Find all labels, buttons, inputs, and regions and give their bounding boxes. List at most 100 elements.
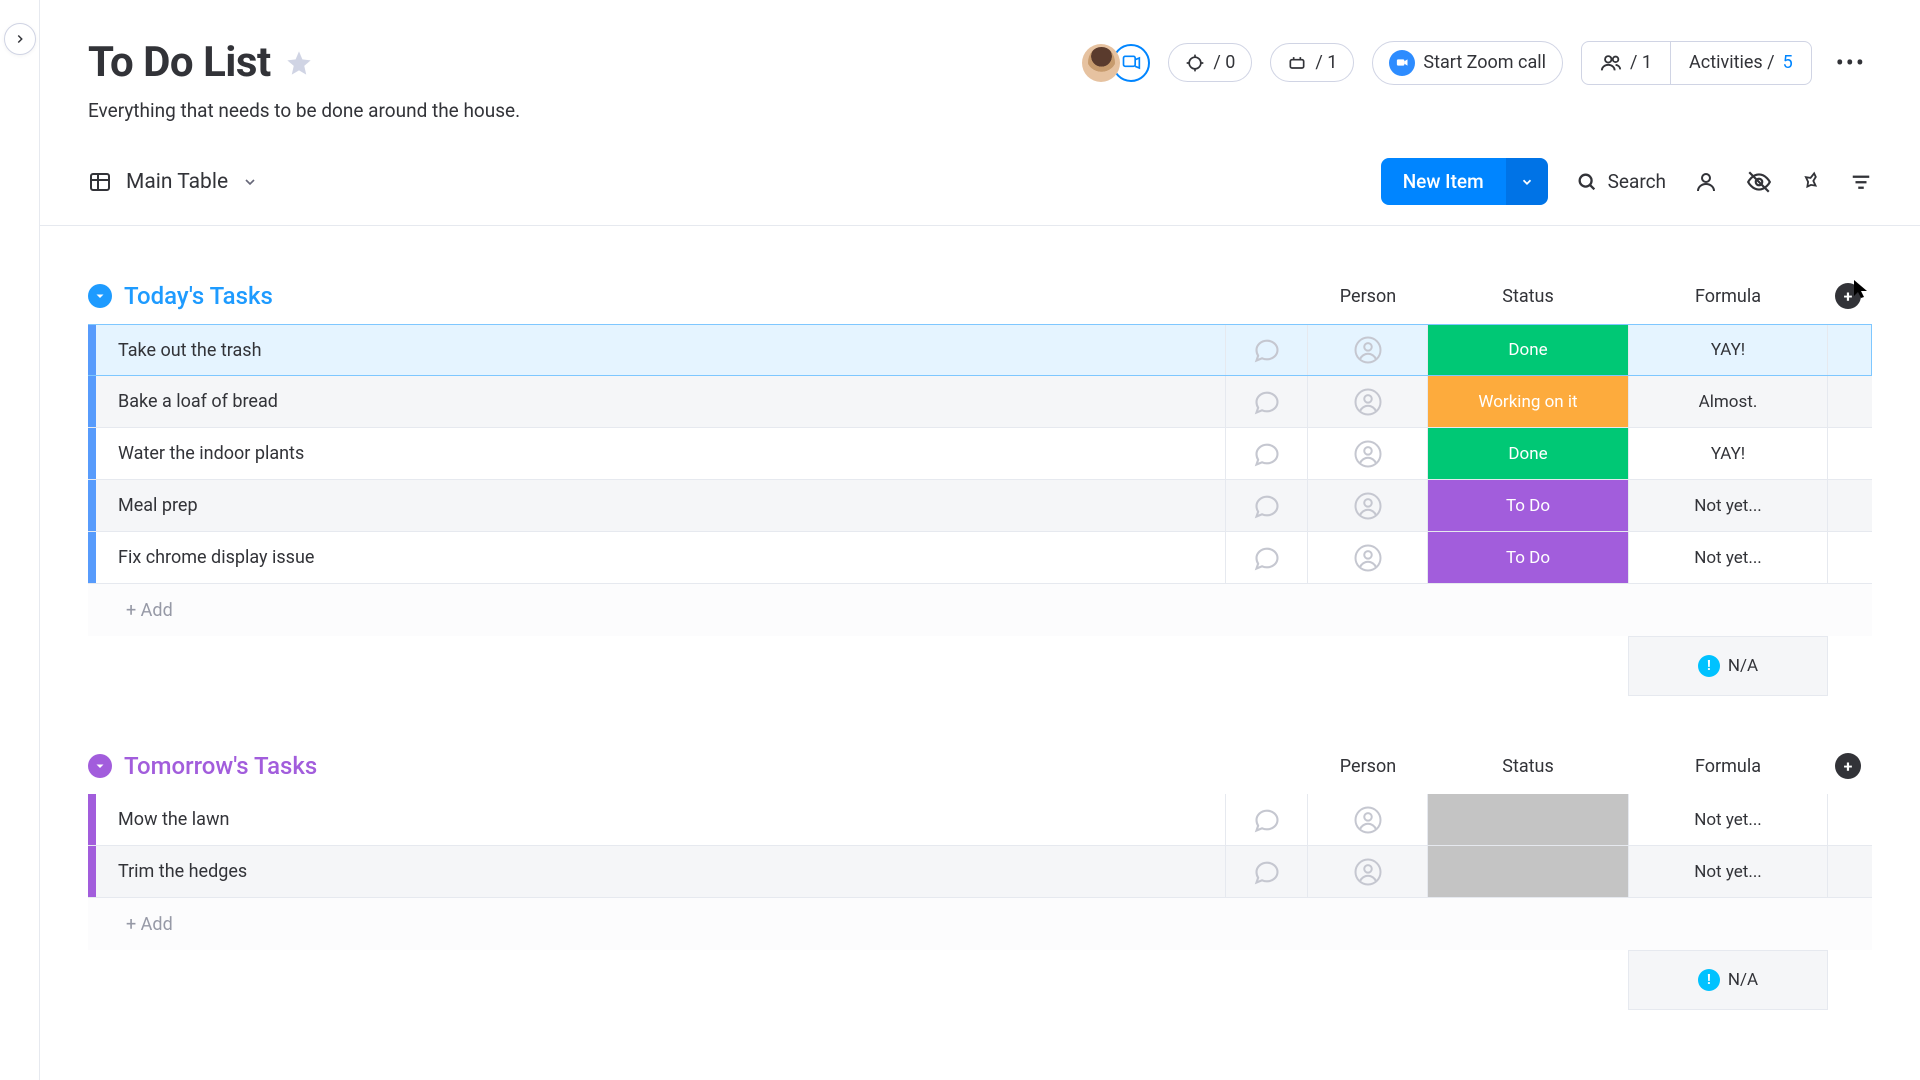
task-name-cell[interactable]: Mow the lawn: [96, 794, 1226, 845]
filter-icon: [1850, 171, 1872, 193]
filter-button[interactable]: [1850, 171, 1872, 193]
open-conversation-button[interactable]: [1226, 846, 1308, 897]
person-cell[interactable]: [1308, 846, 1428, 897]
table-row[interactable]: Mow the lawn Not yet...: [88, 794, 1872, 846]
board-description[interactable]: Everything that needs to be done around …: [88, 99, 1872, 122]
table-row[interactable]: Meal prep To Do Not yet...: [88, 480, 1872, 532]
add-item-row[interactable]: + Add: [88, 584, 1872, 636]
new-item-dropdown[interactable]: [1506, 158, 1548, 205]
search-button[interactable]: Search: [1576, 170, 1666, 193]
owner-avatar[interactable]: [1082, 44, 1120, 82]
column-header-person[interactable]: Person: [1308, 756, 1428, 777]
automations-button[interactable]: / 0: [1168, 43, 1252, 82]
open-conversation-button[interactable]: [1226, 532, 1308, 583]
status-cell[interactable]: [1428, 846, 1628, 897]
group-accent: [88, 846, 96, 897]
group-title[interactable]: Today's Tasks: [124, 282, 273, 310]
task-name-cell[interactable]: Bake a loaf of bread: [96, 376, 1226, 427]
status-cell[interactable]: [1428, 794, 1628, 845]
hide-columns-button[interactable]: [1746, 169, 1772, 195]
chat-icon: [1253, 806, 1281, 834]
collapse-group-button[interactable]: [88, 284, 112, 308]
column-header-formula[interactable]: Formula: [1628, 756, 1828, 777]
table-row[interactable]: Take out the trash Done YAY!: [88, 324, 1872, 376]
person-placeholder-icon: [1353, 335, 1383, 365]
task-name-cell[interactable]: Meal prep: [96, 480, 1226, 531]
table-icon: [88, 170, 112, 194]
new-item-button[interactable]: New Item: [1381, 158, 1506, 205]
person-placeholder-icon: [1353, 439, 1383, 469]
status-cell[interactable]: Done: [1428, 428, 1628, 479]
group-accent: [88, 428, 96, 479]
search-icon: [1576, 171, 1598, 193]
collapse-group-button[interactable]: [88, 754, 112, 778]
chat-icon: [1253, 336, 1281, 364]
view-selector[interactable]: Main Table: [88, 170, 258, 194]
open-conversation-button[interactable]: [1226, 376, 1308, 427]
zoom-call-label: Start Zoom call: [1423, 52, 1546, 73]
add-item-row[interactable]: + Add: [88, 898, 1872, 950]
person-cell[interactable]: [1308, 325, 1428, 375]
chevron-down-icon: [1520, 175, 1534, 189]
open-conversation-button[interactable]: [1226, 428, 1308, 479]
members-button[interactable]: / 1: [1582, 42, 1670, 84]
person-icon: [1694, 170, 1718, 194]
task-name-cell[interactable]: Water the indoor plants: [96, 428, 1226, 479]
view-name: Main Table: [126, 170, 228, 194]
person-cell[interactable]: [1308, 376, 1428, 427]
integrations-button[interactable]: / 1: [1270, 43, 1354, 82]
status-cell[interactable]: To Do: [1428, 480, 1628, 531]
page-title[interactable]: To Do List: [88, 38, 271, 87]
row-tail: [1828, 846, 1868, 897]
table-row[interactable]: Trim the hedges Not yet...: [88, 846, 1872, 898]
row-tail: [1828, 532, 1868, 583]
formula-summary-value: N/A: [1728, 970, 1758, 990]
open-conversation-button[interactable]: [1226, 480, 1308, 531]
formula-summary: ! N/A: [1628, 636, 1828, 696]
status-cell[interactable]: Working on it: [1428, 376, 1628, 427]
divider: [40, 225, 1920, 226]
column-header-status[interactable]: Status: [1428, 286, 1628, 307]
person-cell[interactable]: [1308, 532, 1428, 583]
task-name-cell[interactable]: Trim the hedges: [96, 846, 1226, 897]
caret-down-icon: [94, 760, 106, 772]
task-name-cell[interactable]: Fix chrome display issue: [96, 532, 1226, 583]
person-placeholder-icon: [1353, 805, 1383, 835]
pin-button[interactable]: [1800, 171, 1822, 193]
add-column-button[interactable]: +: [1835, 283, 1861, 309]
chat-icon: [1253, 492, 1281, 520]
person-cell[interactable]: [1308, 794, 1428, 845]
alert-icon: !: [1698, 655, 1720, 677]
status-cell[interactable]: To Do: [1428, 532, 1628, 583]
group-accent: [88, 325, 96, 375]
more-menu-button[interactable]: •••: [1830, 45, 1872, 81]
caret-down-icon: [94, 290, 106, 302]
row-tail: [1828, 325, 1868, 375]
table-row[interactable]: Fix chrome display issue To Do Not yet..…: [88, 532, 1872, 584]
status-cell[interactable]: Done: [1428, 325, 1628, 375]
expand-sidebar-button[interactable]: [4, 23, 36, 55]
person-cell[interactable]: [1308, 480, 1428, 531]
table-row[interactable]: Bake a loaf of bread Working on it Almos…: [88, 376, 1872, 428]
task-name-cell[interactable]: Take out the trash: [96, 325, 1226, 375]
open-conversation-button[interactable]: [1226, 325, 1308, 375]
share-icon: [1121, 53, 1141, 73]
person-cell[interactable]: [1308, 428, 1428, 479]
board-header: To Do List / 0 / 1: [88, 38, 1872, 87]
group-title[interactable]: Tomorrow's Tasks: [124, 752, 317, 780]
zoom-call-button[interactable]: Start Zoom call: [1372, 41, 1563, 85]
add-column-button[interactable]: +: [1835, 753, 1861, 779]
person-filter-button[interactable]: [1694, 170, 1718, 194]
table-row[interactable]: Water the indoor plants Done YAY!: [88, 428, 1872, 480]
column-header-person[interactable]: Person: [1308, 286, 1428, 307]
chat-icon: [1253, 544, 1281, 572]
person-placeholder-icon: [1353, 543, 1383, 573]
person-placeholder-icon: [1353, 387, 1383, 417]
column-header-formula[interactable]: Formula: [1628, 286, 1828, 307]
column-header-status[interactable]: Status: [1428, 756, 1628, 777]
activities-button[interactable]: Activities / 5: [1670, 42, 1811, 84]
formula-cell: YAY!: [1628, 325, 1828, 375]
formula-cell: YAY!: [1628, 428, 1828, 479]
favorite-star-icon[interactable]: [285, 49, 313, 77]
open-conversation-button[interactable]: [1226, 794, 1308, 845]
